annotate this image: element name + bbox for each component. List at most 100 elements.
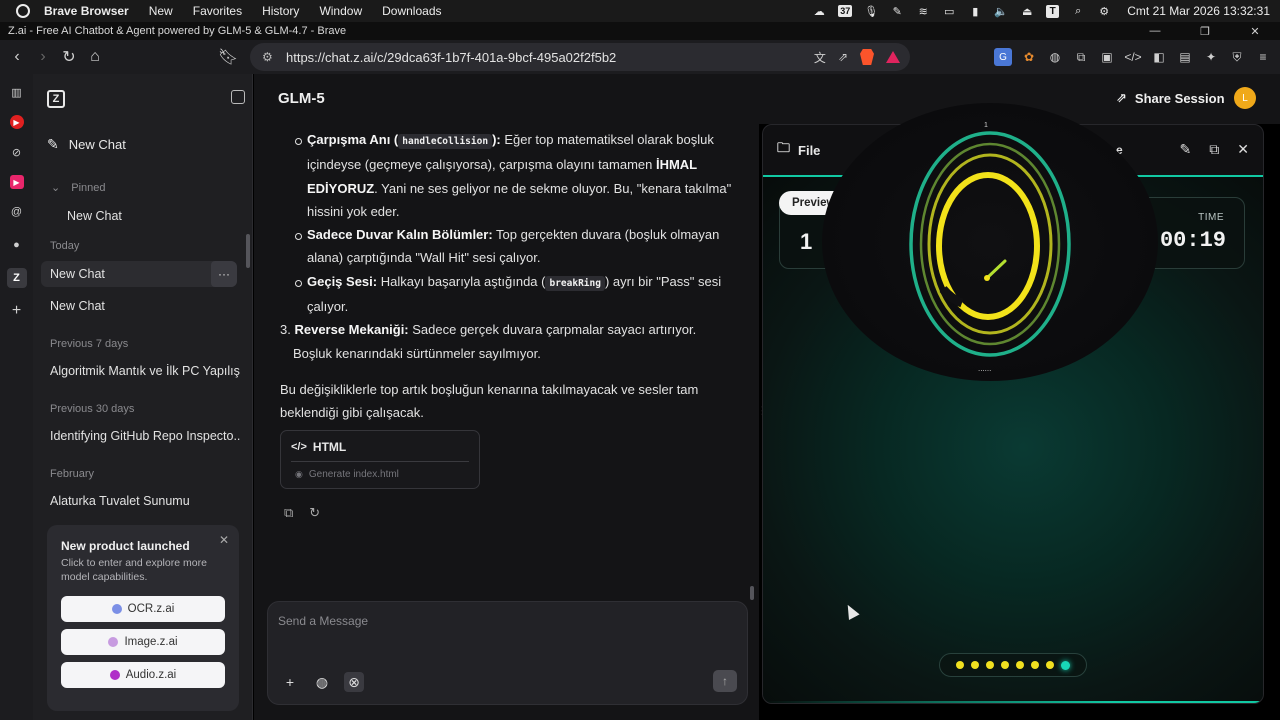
chat-item[interactable]: Alaturka Tuvalet Sunumu xyxy=(50,494,240,508)
level-dot[interactable] xyxy=(986,661,994,669)
extensions-bar: G ✿ ◍ ⧉ ▣ </> ◧ ▤ ✦ ⛨ ≡ xyxy=(994,44,1272,70)
pink-app-icon[interactable]: ▶ xyxy=(9,175,24,189)
wallet-icon[interactable]: ▤ xyxy=(1176,48,1194,66)
edit-icon[interactable]: ✎ xyxy=(1180,141,1192,158)
apple-menu-icon[interactable] xyxy=(16,4,30,18)
chat-item[interactable]: Identifying GitHub Repo Inspecto... xyxy=(50,429,240,443)
copy-icon[interactable]: ⧉ xyxy=(284,505,293,521)
code-ext-icon[interactable]: </> xyxy=(1124,48,1142,66)
level-dot[interactable] xyxy=(956,661,964,669)
web-search-icon[interactable]: ◍ xyxy=(312,672,332,692)
leo-ai-icon[interactable]: ✦ xyxy=(1202,48,1220,66)
pen-icon[interactable]: ✎ xyxy=(890,5,904,18)
close-icon[interactable]: ✕ xyxy=(1237,141,1249,158)
muted-app-icon[interactable]: ⊘ xyxy=(7,142,27,162)
bullet-title-close: ): xyxy=(492,132,501,147)
text-input-icon[interactable]: T xyxy=(1046,4,1060,18)
sidebar-toggle-icon[interactable]: ◧ xyxy=(1150,48,1168,66)
close-icon[interactable]: ✕ xyxy=(219,533,229,547)
calendar-badge-icon[interactable]: 37 xyxy=(838,5,853,17)
search-icon[interactable]: ⌕ xyxy=(1071,5,1085,17)
bookmark-icon[interactable]: 🔖︎ xyxy=(215,44,241,70)
chat-item[interactable]: Algoritmik Mantık ve İlk PC Yapılışı xyxy=(50,364,240,378)
home-icon[interactable]: ⌂ xyxy=(82,44,108,70)
send-button[interactable]: ↑ xyxy=(713,670,737,692)
menubar-favorites[interactable]: Favorites xyxy=(193,4,242,18)
menubar-window[interactable]: Window xyxy=(319,4,362,18)
forward-icon[interactable]: › xyxy=(30,44,56,70)
ocr-button[interactable]: OCR.z.ai xyxy=(61,596,225,622)
menu-icon[interactable]: ≡ xyxy=(1254,48,1272,66)
share-icon[interactable]: ⇗ xyxy=(838,50,848,64)
html-artifact-card[interactable]: </> HTML ◉ Generate index.html xyxy=(280,430,480,489)
close-window-icon[interactable]: ✕ xyxy=(1230,22,1280,40)
bullet-title: Geçiş Sesi: xyxy=(307,273,378,289)
promo-card[interactable]: New product launched Click to enter and … xyxy=(47,525,239,711)
add-panel-icon[interactable]: + xyxy=(7,301,27,321)
game-ring-overlay[interactable]: 1 ...... xyxy=(822,103,1158,381)
menubar-new[interactable]: New xyxy=(149,4,173,18)
menubar-app-name[interactable]: Brave Browser xyxy=(44,4,129,18)
browser-side-rail: ▥ ▶ ⊘ ▶ @ ● Z + xyxy=(0,74,33,720)
threads-icon[interactable]: @ xyxy=(7,202,27,222)
eject-icon[interactable]: ⏏ xyxy=(1020,5,1034,18)
menubar-history[interactable]: History xyxy=(262,4,299,18)
address-bar[interactable]: ⚙ https://chat.z.ai/c/29dca63f-1b7f-401a… xyxy=(250,43,910,71)
menubar-downloads[interactable]: Downloads xyxy=(382,4,441,18)
chat-scrollbar[interactable] xyxy=(750,586,754,600)
level-dot[interactable] xyxy=(1046,661,1054,669)
vpn-icon[interactable]: ⛨ xyxy=(1228,48,1246,66)
chat-item[interactable]: New Chat xyxy=(50,299,240,313)
avatar[interactable]: L xyxy=(1234,87,1256,109)
brave-shields-icon[interactable] xyxy=(860,49,874,65)
volume-icon[interactable]: 🔈 xyxy=(994,5,1008,18)
section-today: Today xyxy=(50,240,80,252)
site-settings-icon[interactable]: ⚙ xyxy=(262,50,276,64)
microphone-icon[interactable]: 🎙 xyxy=(864,5,878,18)
image-button[interactable]: Image.z.ai xyxy=(61,629,225,655)
google-translate-ext-icon[interactable]: G xyxy=(994,48,1012,66)
url-text[interactable]: https://chat.z.ai/c/29dca63f-1b7f-401a-9… xyxy=(286,50,814,65)
globe-ext-icon[interactable]: ◍ xyxy=(1046,48,1064,66)
message-input[interactable]: Send a Message + ◍ ⊗ ↑ xyxy=(267,601,748,705)
display-icon[interactable]: ▭ xyxy=(942,5,956,18)
more-options-icon[interactable]: ··· xyxy=(211,261,237,287)
back-icon[interactable]: ‹ xyxy=(4,44,30,70)
zai-rail-icon[interactable]: Z xyxy=(6,268,27,288)
level-dot-active[interactable] xyxy=(1061,660,1070,670)
github-icon[interactable]: ● xyxy=(7,235,27,255)
collapse-sidebar-icon[interactable] xyxy=(231,90,245,104)
ring-graphic: 1 ...... xyxy=(909,122,1071,373)
wifi-icon[interactable]: ≋ xyxy=(916,5,930,18)
audio-button[interactable]: Audio.z.ai xyxy=(61,662,225,688)
brave-rewards-icon[interactable] xyxy=(886,51,900,63)
menubar-clock[interactable]: Cmt 21 Mar 2026 13:32:31 xyxy=(1127,4,1270,18)
level-dot[interactable] xyxy=(1031,661,1039,669)
tools-icon[interactable]: ⊗ xyxy=(344,672,364,692)
restore-icon[interactable]: ❐ xyxy=(1180,22,1230,40)
cloud-icon[interactable]: ☁ xyxy=(812,5,826,18)
sidebar-panel-icon[interactable]: ▥ xyxy=(7,82,27,102)
attach-plus-icon[interactable]: + xyxy=(280,672,300,692)
reload-icon[interactable]: ↻ xyxy=(56,44,82,70)
cookie-ext-icon[interactable]: ✿ xyxy=(1020,48,1038,66)
zai-logo[interactable]: Z xyxy=(47,90,65,108)
level-dot[interactable] xyxy=(971,661,979,669)
pinned-item[interactable]: New Chat xyxy=(67,209,257,223)
control-center-icon[interactable]: ⚙ xyxy=(1097,5,1111,18)
youtube-icon[interactable]: ▶ xyxy=(9,115,24,129)
level-dot[interactable] xyxy=(1016,661,1024,669)
screenshot-ext-icon[interactable]: ▣ xyxy=(1098,48,1116,66)
extensions-puzzle-icon[interactable]: ⧉ xyxy=(1072,48,1090,66)
model-title[interactable]: GLM-5 xyxy=(278,90,325,107)
sidebar-scrollbar[interactable] xyxy=(246,234,250,268)
translate-icon[interactable]: 文 xyxy=(814,49,826,66)
chat-item-active[interactable]: New Chat ··· xyxy=(41,261,237,287)
level-dot[interactable] xyxy=(1001,661,1009,669)
open-external-icon[interactable]: ⧉ xyxy=(1209,141,1219,158)
new-chat-button[interactable]: ✎ New Chat xyxy=(47,136,126,153)
pinned-section[interactable]: ⌄ Pinned xyxy=(51,181,106,194)
regenerate-icon[interactable]: ↻ xyxy=(309,505,320,521)
minimize-icon[interactable]: — xyxy=(1130,22,1180,40)
battery-icon[interactable]: ▮ xyxy=(968,5,982,18)
